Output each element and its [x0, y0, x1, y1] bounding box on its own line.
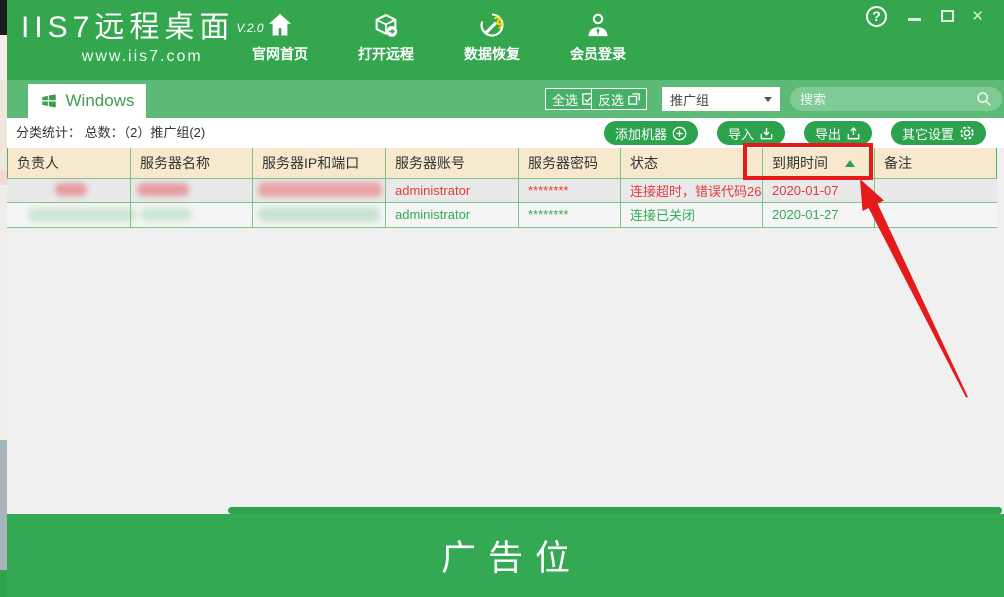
add-machine-label: 添加机器 [615, 124, 667, 143]
app-title-text: IIS7远程桌面 [21, 11, 234, 44]
grid-line [7, 227, 997, 228]
group-dropdown[interactable]: 推广组 [662, 87, 780, 111]
windows-logo-icon [40, 92, 58, 110]
grid-line [385, 148, 386, 227]
other-settings-button[interactable]: 其它设置 [891, 121, 986, 145]
column-header-owner[interactable]: 负责人 [7, 148, 130, 178]
close-button[interactable]: × [972, 7, 983, 26]
add-machine-button[interactable]: 添加机器 [604, 121, 698, 145]
table-empty-area [7, 227, 1004, 514]
grid-line [252, 148, 253, 227]
nav-item-open-remote[interactable]: 打开远程 [351, 9, 421, 64]
nav-item-home[interactable]: 官网首页 [245, 9, 315, 64]
app-window: { "header": { "title": "IIS7远程桌面", "vers… [0, 0, 1004, 597]
column-header-note[interactable]: 备注 [874, 148, 996, 178]
remote-cube-icon [372, 9, 400, 41]
column-header-password[interactable]: 服务器密码 [518, 148, 620, 178]
grid-line [874, 148, 875, 227]
member-user-icon [584, 9, 612, 41]
import-label: 导入 [728, 124, 754, 143]
cell-password: ******** [518, 202, 620, 227]
grid-line [7, 202, 997, 203]
window-controls: ? × [866, 6, 996, 30]
horizontal-scrollbar[interactable] [228, 507, 1002, 514]
nav-item-label: 会员登录 [570, 44, 626, 64]
select-all-label: 全选 [552, 90, 578, 109]
redacted-server-name [137, 183, 189, 196]
invert-selection-icon [628, 93, 640, 105]
app-website: www.iis7.com [21, 48, 264, 66]
cell-account: administrator [385, 178, 518, 202]
maximize-button[interactable] [941, 10, 954, 22]
nav-item-member-login[interactable]: 会员登录 [563, 9, 633, 64]
column-header-account[interactable]: 服务器账号 [385, 148, 518, 178]
nav-item-label: 数据恢复 [464, 44, 520, 64]
toolbar-buttons: 添加机器 导入 导出 [604, 121, 986, 145]
cell-expiry: 2020-01-27 [762, 202, 874, 227]
search-input[interactable] [800, 92, 976, 107]
ad-banner[interactable]: 广告位 [7, 514, 1004, 597]
help-button[interactable]: ? [866, 6, 887, 27]
export-up-arrow-icon [846, 126, 861, 141]
table-row[interactable]: administrator ******** 连接已关闭 2020-01-27 [7, 202, 997, 227]
category-stats-text: 分类统计： 总数：（2）推广组(2) [16, 118, 205, 148]
other-settings-label: 其它设置 [902, 124, 954, 143]
invert-selection-label: 反选 [598, 90, 624, 109]
search-box [790, 87, 1002, 111]
minimize-button[interactable] [908, 18, 921, 21]
column-header-server-name[interactable]: 服务器名称 [130, 148, 252, 178]
app-title: IIS7远程桌面V.2.0 [21, 10, 264, 46]
cell-status: 连接已关闭 [620, 202, 762, 227]
app-logo: IIS7远程桌面V.2.0 www.iis7.com [21, 10, 264, 66]
table-row[interactable]: administrator ******** 连接超时，错误代码264。 202… [7, 178, 997, 202]
home-icon [266, 9, 294, 41]
nav-item-label: 官网首页 [252, 44, 308, 64]
export-button[interactable]: 导出 [804, 121, 872, 145]
chevron-down-icon [764, 97, 772, 102]
import-down-arrow-icon [759, 126, 774, 141]
group-dropdown-value: 推广组 [670, 90, 764, 109]
cell-status: 连接超时，错误代码264。 [620, 178, 762, 202]
tab-windows-label: Windows [66, 91, 135, 111]
grid-line [518, 148, 519, 227]
tab-windows[interactable]: Windows [28, 84, 146, 118]
invert-selection-button[interactable]: 反选 [591, 88, 647, 110]
cell-note [874, 178, 996, 202]
redacted-owner [28, 208, 136, 222]
import-button[interactable]: 导入 [717, 121, 785, 145]
plus-circle-icon [672, 126, 687, 141]
tab-bar: Windows 全选 反选 推广组 [7, 80, 1004, 118]
data-recovery-wrench-icon [478, 9, 506, 41]
column-header-ip-port[interactable]: 服务器IP和端口 [252, 148, 385, 178]
column-header-status[interactable]: 状态 [620, 148, 762, 178]
header-nav: 官网首页 打开远程 [245, 9, 633, 64]
background-window-edge [0, 0, 7, 597]
nav-item-data-recovery[interactable]: 数据恢复 [457, 9, 527, 64]
grid-line [130, 148, 131, 227]
cell-note [874, 202, 996, 227]
export-label: 导出 [815, 124, 841, 143]
gear-icon [959, 125, 975, 141]
annotation-highlight-box [743, 143, 873, 180]
search-icon [976, 91, 992, 107]
redacted-server-name [140, 208, 192, 221]
cell-account: administrator [385, 202, 518, 227]
main-window: IIS7远程桌面V.2.0 www.iis7.com 官网首页 [7, 0, 1004, 597]
redacted-server-ip [258, 207, 380, 222]
redacted-owner [55, 183, 87, 196]
cell-password: ******** [518, 178, 620, 202]
grid-line [620, 148, 621, 227]
redacted-server-ip [258, 182, 382, 197]
nav-item-label: 打开远程 [358, 44, 414, 64]
ad-banner-text: 广告位 [429, 530, 582, 581]
cell-expiry: 2020-01-07 [762, 178, 874, 202]
app-header: IIS7远程桌面V.2.0 www.iis7.com 官网首页 [7, 0, 1004, 80]
